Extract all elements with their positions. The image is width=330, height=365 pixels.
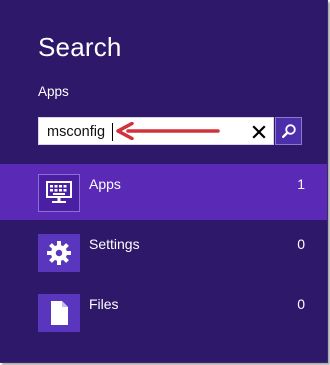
result-item-apps[interactable]: Apps 1 [0,164,327,220]
result-label-apps: Apps [89,176,121,192]
search-icon [281,124,296,138]
apps-keyboard-icon [46,181,72,203]
charm-title: Search [38,32,122,62]
result-count-files: 0 [297,296,305,312]
document-icon [51,301,68,325]
close-icon [252,125,266,139]
gear-icon [47,241,71,265]
annotation-arrow [116,122,220,140]
result-item-settings[interactable]: Settings 0 [0,224,327,280]
apps-tile [38,174,80,212]
files-tile [38,294,80,332]
result-count-settings: 0 [297,236,305,252]
text-caret [112,123,113,141]
result-label-settings: Settings [89,236,140,252]
clear-search-button[interactable] [248,121,270,143]
search-go-button[interactable] [275,117,302,145]
search-charm-panel: Search Apps msconfig Apps 1 Settings 0 F… [0,0,328,363]
result-count-apps: 1 [297,176,305,192]
result-label-files: Files [89,296,119,312]
settings-tile [38,234,80,272]
result-item-files[interactable]: Files 0 [0,284,327,340]
search-scope-label: Apps [38,84,69,99]
